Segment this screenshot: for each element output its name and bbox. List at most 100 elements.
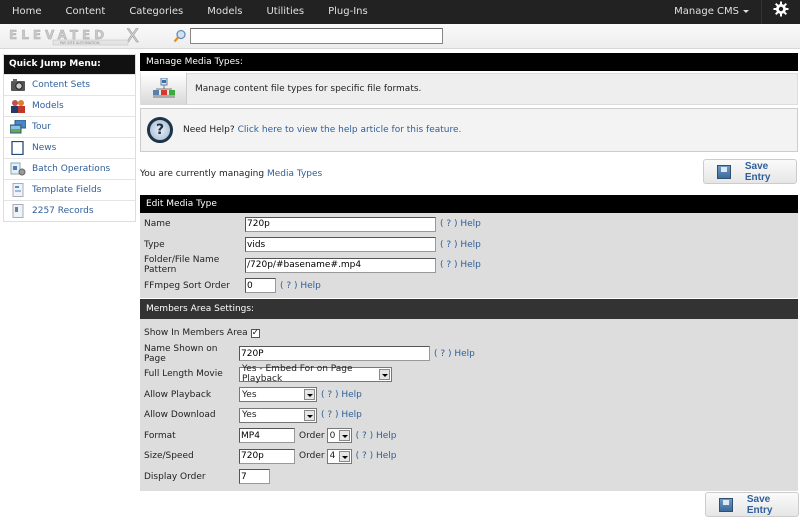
- sidebar-item-template-fields[interactable]: Template Fields: [4, 179, 135, 200]
- ffmpeg-sort-order-input[interactable]: [245, 278, 276, 294]
- name-input[interactable]: [245, 216, 436, 232]
- field-label: Full Length Movie: [144, 369, 223, 380]
- sidebar-item-label: News: [32, 143, 57, 153]
- save-entry-button-bottom[interactable]: Save Entry: [705, 492, 799, 517]
- sidebar-item-news[interactable]: News: [4, 137, 135, 158]
- select-value: Yes: [242, 410, 257, 421]
- field-label: Name: [144, 219, 171, 230]
- field-pattern-row: Folder/File Name Pattern ( ? ) Help: [140, 255, 798, 276]
- show-in-members-checkbox[interactable]: ✓: [250, 328, 260, 338]
- media-types-link[interactable]: Media Types: [267, 169, 322, 179]
- sidebar-item-label: 2257 Records: [32, 206, 94, 216]
- select-value: 4: [329, 451, 336, 462]
- field-label: Display Order: [144, 471, 206, 482]
- sidebar-item-tour[interactable]: Tour: [4, 116, 135, 137]
- folder-pattern-input[interactable]: [245, 257, 436, 273]
- members-area-form: Show In Members Area ✓ Name Shown on Pag…: [140, 319, 798, 491]
- sidebar-item-2257-records[interactable]: 2257 Records: [4, 200, 135, 221]
- size-speed-order-select[interactable]: 4: [326, 448, 352, 464]
- sidebar-item-content-sets[interactable]: Content Sets: [4, 74, 135, 95]
- dropdown-arrow-icon: [338, 430, 350, 442]
- description-panel: Manage content file types for specific f…: [140, 73, 798, 105]
- manage-cms-menu[interactable]: Manage CMS: [662, 0, 762, 24]
- main-content: Manage Media Types: Manage content file …: [140, 53, 798, 491]
- name-shown-input[interactable]: [239, 346, 430, 362]
- field-type-row: Type ( ? ) Help: [140, 235, 798, 256]
- record-icon: [10, 204, 26, 218]
- format-input[interactable]: [239, 428, 295, 444]
- camera-icon: [10, 78, 26, 92]
- nav-models[interactable]: Models: [195, 0, 254, 24]
- dropdown-arrow-icon: [379, 368, 390, 380]
- help-link[interactable]: ( ? ) Help: [434, 349, 475, 359]
- help-link[interactable]: ( ? ) Help: [356, 431, 397, 441]
- name-shown-row: Name Shown on Page ( ? ) Help: [140, 344, 798, 365]
- help-article-link[interactable]: Click here to view the help article for …: [238, 125, 462, 135]
- sidebar-item-batch-operations[interactable]: Batch Operations: [4, 158, 135, 179]
- order-label: Order: [299, 451, 325, 462]
- size-speed-input[interactable]: [239, 448, 295, 464]
- field-label: Allow Playback: [144, 389, 212, 400]
- help-link[interactable]: ( ? ) Help: [321, 410, 362, 420]
- sidebar-item-label: Tour: [32, 122, 51, 132]
- help-question-icon: ?: [147, 117, 173, 143]
- select-value: Yes - Embed For on Page Playback: [242, 364, 353, 385]
- select-value: 0: [329, 430, 336, 441]
- field-name-row: Name ( ? ) Help: [140, 214, 798, 235]
- allow-playback-select[interactable]: Yes: [239, 387, 317, 403]
- save-entry-button-top[interactable]: Save Entry: [703, 159, 797, 184]
- field-label: Folder/File Name Pattern: [144, 255, 220, 276]
- allow-download-row: Allow Download Yes ( ? ) Help: [140, 405, 798, 426]
- search-input[interactable]: [190, 28, 443, 44]
- caret-down-icon: [743, 9, 749, 13]
- help-prefix: Need Help?: [183, 125, 235, 135]
- document-icon: [10, 140, 26, 156]
- floppy-disk-icon: [717, 164, 731, 179]
- help-link[interactable]: ( ? ) Help: [440, 240, 481, 250]
- dropdown-arrow-icon: [304, 409, 315, 421]
- allow-playback-row: Allow Playback Yes ( ? ) Help: [140, 385, 798, 406]
- gear-icon[interactable]: [762, 0, 800, 24]
- nav-content[interactable]: Content: [54, 0, 118, 24]
- edit-media-type-header: Edit Media Type: [140, 195, 798, 213]
- nav-plugins[interactable]: Plug-Ins: [316, 0, 380, 24]
- allow-download-select[interactable]: Yes: [239, 407, 317, 423]
- select-value: Yes: [242, 389, 257, 400]
- sidebar-item-label: Content Sets: [32, 80, 91, 90]
- help-link[interactable]: ( ? ) Help: [321, 390, 362, 400]
- nav-home[interactable]: Home: [0, 0, 54, 24]
- help-link[interactable]: ( ? ) Help: [440, 219, 481, 229]
- description-text: Manage content file types for specific f…: [195, 84, 422, 94]
- section-header: Manage Media Types:: [140, 53, 798, 71]
- sidebar-item-models[interactable]: Models: [4, 95, 135, 116]
- quick-jump-title: Quick Jump Menu:: [4, 55, 135, 74]
- help-link[interactable]: ( ? ) Help: [280, 281, 321, 291]
- managing-line: You are currently managing Media Types: [140, 166, 798, 182]
- floppy-disk-icon: [719, 497, 733, 512]
- sidebar-item-label: Models: [32, 101, 64, 111]
- display-order-input[interactable]: [239, 469, 270, 485]
- nav-utilities[interactable]: Utilities: [254, 0, 316, 24]
- dropdown-arrow-icon: [338, 450, 350, 462]
- sidebar-item-label: Batch Operations: [32, 164, 111, 174]
- help-link[interactable]: ( ? ) Help: [356, 451, 397, 461]
- images-icon: [9, 119, 27, 134]
- quick-jump-menu: Quick Jump Menu: Content Sets Models Tou…: [3, 54, 136, 222]
- field-label: Size/Speed: [144, 451, 194, 462]
- dropdown-arrow-icon: [304, 389, 315, 401]
- type-input[interactable]: [245, 237, 436, 253]
- svg-text:PAY SITE AUTOMATION: PAY SITE AUTOMATION: [60, 41, 100, 45]
- field-label: FFmpeg Sort Order: [144, 280, 230, 291]
- field-label: Name Shown on Page: [144, 343, 218, 364]
- format-order-select[interactable]: 0: [326, 428, 352, 444]
- nav-categories[interactable]: Categories: [117, 0, 195, 24]
- size-speed-row: Size/Speed Order 4 ( ? ) Help: [140, 446, 798, 467]
- top-nav: Home Content Categories Models Utilities…: [0, 0, 800, 24]
- managing-prefix: You are currently managing: [140, 169, 265, 179]
- nav-right: Manage CMS: [662, 0, 800, 24]
- full-length-row: Full Length Movie Yes - Embed For on Pag…: [140, 364, 798, 385]
- help-link[interactable]: ( ? ) Help: [440, 260, 481, 270]
- help-panel: ? Need Help? Click here to view the help…: [140, 108, 798, 152]
- full-length-movie-select[interactable]: Yes - Embed For on Page Playback: [239, 364, 392, 385]
- elevatedx-logo: ELEVATED X PAY SITE AUTOMATION: [8, 25, 151, 48]
